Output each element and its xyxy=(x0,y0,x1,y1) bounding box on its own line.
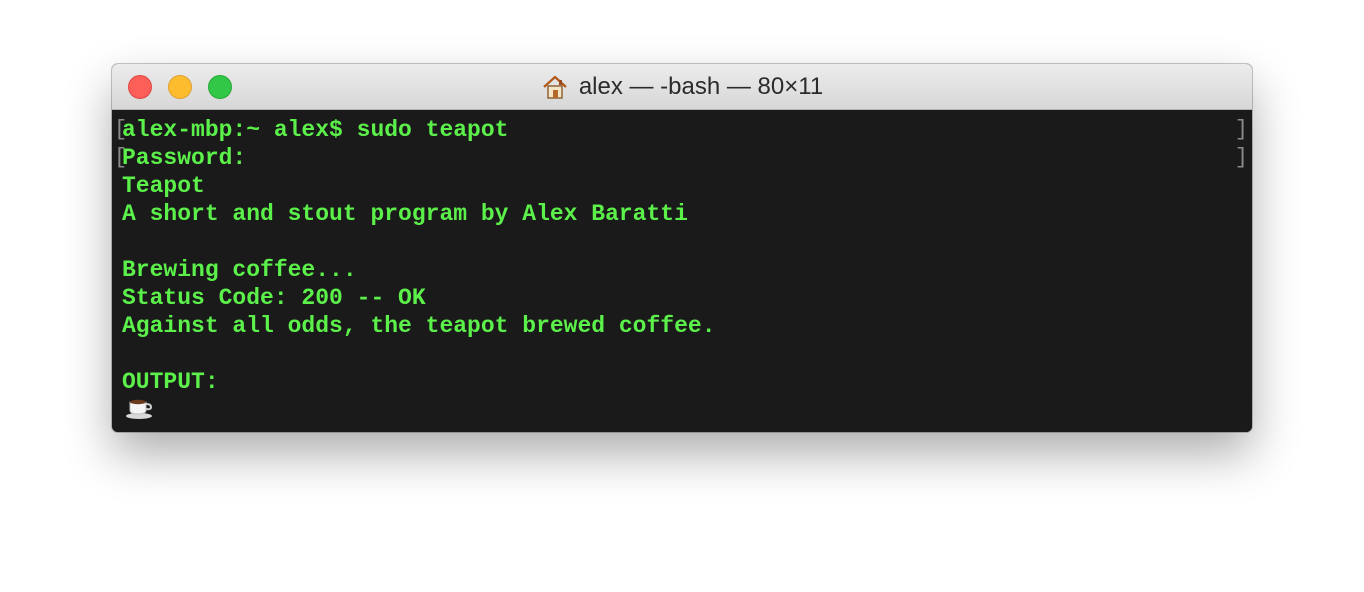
title-bar[interactable]: alex — -bash — 80×11 xyxy=(112,64,1252,110)
mark-bracket-right: ] xyxy=(1234,117,1248,142)
window-title-text: alex — -bash — 80×11 xyxy=(578,72,824,100)
home-icon xyxy=(541,73,569,101)
output-line: Brewing coffee... xyxy=(122,257,357,283)
terminal-content[interactable]: [ ] [ ] alex-mbp:~ alex$ sudo teapot Pas… xyxy=(112,110,1252,432)
output-line: Against all odds, the teapot brewed coff… xyxy=(122,313,716,339)
coffee-cup-icon xyxy=(124,394,154,420)
terminal-window: alex — -bash — 80×11 [ ] [ ] alex-mbp:~ … xyxy=(112,64,1252,432)
password-prompt-line: Password: xyxy=(122,145,247,171)
output-line: Status Code: 200 -- OK xyxy=(122,285,426,311)
output-label-line: OUTPUT: xyxy=(122,369,219,395)
window-title: alex — -bash — 80×11 xyxy=(112,64,1252,109)
command-line: alex-mbp:~ alex$ sudo teapot xyxy=(122,117,509,143)
output-line: A short and stout program by Alex Baratt… xyxy=(122,201,688,227)
output-line: Teapot xyxy=(122,173,205,199)
mark-bracket-right: ] xyxy=(1234,145,1248,170)
